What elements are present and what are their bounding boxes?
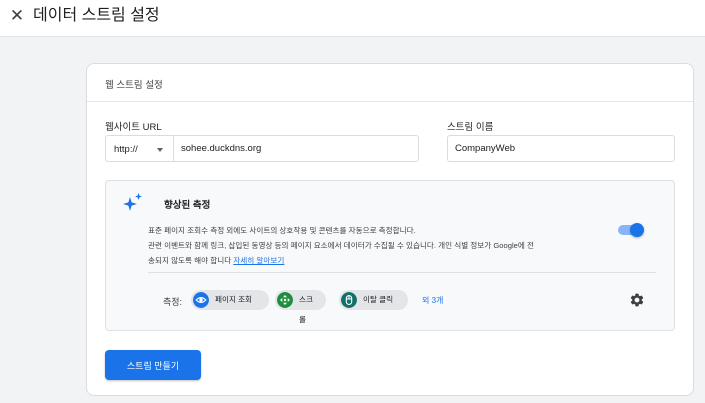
- divider: [148, 272, 656, 273]
- protocol-value: http://: [114, 144, 138, 155]
- card-title: 웹 스트림 설정: [105, 80, 163, 91]
- description-line: 관련 이벤트와 함께 링크, 삽입된 동영상 등의 페이지 요소에서 데이터가 …: [148, 241, 534, 250]
- description-text: 송되지 않도록 해야 합니다: [148, 256, 232, 265]
- enhanced-measurement-toggle[interactable]: [616, 223, 646, 237]
- enhanced-measurement-description: 표준 페이지 조회수 측정 외에도 사이트의 상호작용 및 콘텐츠를 자동으로 …: [148, 223, 620, 268]
- chip-outbound-click[interactable]: 이탈 클릭: [339, 290, 408, 310]
- chip-page-view[interactable]: 페이지 조회: [191, 290, 269, 310]
- close-icon[interactable]: ✕: [8, 7, 26, 25]
- crosshair-icon: [277, 292, 293, 308]
- description-line: 송되지 않도록 해야 합니다 자세히 알아보기: [148, 253, 620, 268]
- enhanced-measurement-title: 향상된 측정: [164, 200, 211, 211]
- page-title: 데이터 스트림 설정: [33, 7, 160, 24]
- measurement-label: 측정:: [163, 297, 183, 307]
- chip-label: 페이지 조회: [215, 295, 253, 304]
- learn-more-link[interactable]: 자세히 알아보기: [233, 256, 284, 265]
- chip-label: 스크롤: [299, 295, 313, 324]
- toggle-knob: [630, 223, 644, 237]
- description-line: 표준 페이지 조회수 측정 외에도 사이트의 상호작용 및 콘텐츠를 자동으로 …: [148, 226, 416, 235]
- chevron-down-icon: [157, 148, 163, 152]
- web-stream-settings-card: 웹 스트림 설정 웹사이트 URL http:// 스트림 이름 향상된 측정 …: [86, 63, 694, 396]
- mouse-icon: [341, 292, 357, 308]
- sparkle-icon: [123, 193, 142, 211]
- chip-label: 이탈 클릭: [363, 295, 394, 304]
- stream-name-input[interactable]: [447, 135, 675, 162]
- website-url-input[interactable]: [173, 135, 419, 162]
- gear-icon[interactable]: [629, 292, 645, 308]
- chip-scroll[interactable]: 스크롤: [275, 290, 326, 324]
- protocol-select[interactable]: http://: [105, 135, 173, 162]
- stream-name-label: 스트림 이름: [447, 122, 494, 133]
- website-url-label: 웹사이트 URL: [105, 122, 162, 133]
- top-bar: ✕ 데이터 스트림 설정: [0, 0, 705, 37]
- create-stream-button[interactable]: 스트림 만들기: [105, 350, 201, 380]
- more-events-link[interactable]: 외 3개: [422, 295, 443, 306]
- card-header: 웹 스트림 설정: [87, 64, 693, 102]
- eye-icon: [193, 292, 209, 308]
- enhanced-measurement-panel: 향상된 측정 표준 페이지 조회수 측정 외에도 사이트의 상호작용 및 콘텐츠…: [105, 180, 675, 331]
